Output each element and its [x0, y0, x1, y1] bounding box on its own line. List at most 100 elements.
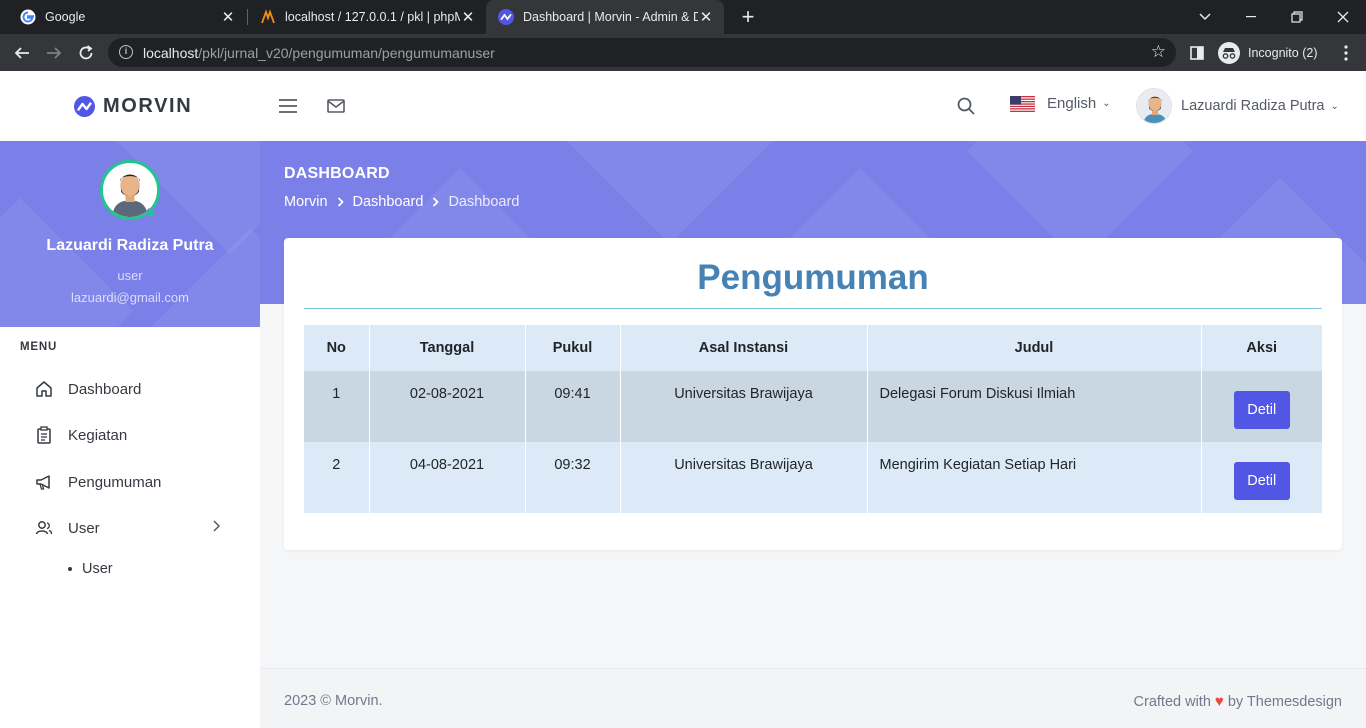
cell-aksi: Detil — [1201, 442, 1322, 513]
detail-button[interactable]: Detil — [1233, 391, 1290, 429]
restore-button[interactable] — [1274, 0, 1320, 34]
bullet-icon — [68, 567, 72, 571]
column-header: Judul — [867, 325, 1202, 371]
browser-tab-google[interactable]: Google ✕ — [8, 0, 246, 34]
table-row: 2 04-08-2021 09:32 Universitas Brawijaya… — [304, 442, 1322, 513]
close-window-button[interactable] — [1320, 0, 1366, 34]
arrow-right-icon — [47, 47, 62, 59]
divider — [304, 308, 1322, 309]
browser-tab-dashboard[interactable]: Dashboard | Morvin - Admin & D ✕ — [486, 0, 724, 34]
page-title: DASHBOARD — [284, 165, 390, 182]
chevron-right-icon — [212, 519, 221, 535]
home-icon — [34, 379, 54, 399]
clipboard-icon — [34, 425, 54, 445]
address-bar[interactable]: i localhost/pkl/jurnal_v20/pengumuman/pe… — [108, 38, 1176, 67]
cell-instansi: Universitas Brawijaya — [620, 371, 868, 442]
card-title: Pengumuman — [697, 258, 929, 297]
column-header: Aksi — [1201, 325, 1322, 371]
side-panel-icon — [1190, 46, 1204, 60]
reload-icon — [79, 45, 93, 60]
cell-pukul: 09:41 — [525, 371, 621, 442]
side-panel-button[interactable] — [1184, 40, 1210, 66]
phpmyadmin-icon — [260, 9, 276, 25]
column-header: Pukul — [525, 325, 621, 371]
morvin-icon — [498, 9, 514, 25]
breadcrumb-item[interactable]: Dashboard — [353, 194, 424, 210]
chevron-down-icon — [1199, 13, 1211, 21]
detail-button[interactable]: Detil — [1233, 462, 1290, 500]
browser-tab-phpmyadmin[interactable]: localhost / 127.0.0.1 / pkl | phpM ✕ — [248, 0, 486, 34]
incognito-indicator[interactable]: Incognito (2) — [1218, 40, 1317, 66]
footer-credit-suffix: by Themesdesign — [1227, 693, 1342, 710]
sidebar-item-kegiatan[interactable]: Kegiatan — [34, 422, 234, 448]
users-icon — [34, 518, 54, 538]
hamburger-menu-button[interactable] — [278, 98, 298, 119]
cell-judul: Delegasi Forum Diskusi Ilmiah — [867, 371, 1202, 442]
decorative-shape — [556, 141, 784, 245]
cell-pukul: 09:32 — [525, 442, 621, 513]
back-button[interactable] — [9, 40, 35, 66]
footer: 2023 © Morvin. Crafted with ♥ by Themesd… — [260, 668, 1366, 728]
breadcrumb-item[interactable]: Morvin — [284, 194, 328, 210]
app-header: MORVIN English ⌄ Lazuardi Radiza Putra ⌄ — [0, 71, 1366, 141]
header-user-name: Lazuardi Radiza Putra — [1181, 98, 1325, 114]
tab-search-button[interactable] — [1182, 0, 1228, 34]
announcement-card: Pengumuman No Tanggal Pukul Asal Instans… — [284, 238, 1342, 550]
close-icon[interactable]: ✕ — [220, 8, 236, 26]
sidebar-item-label: Kegiatan — [68, 426, 128, 444]
profile-role: user — [117, 268, 143, 283]
browser-menu-button[interactable] — [1333, 40, 1359, 66]
cell-instansi: Universitas Brawijaya — [620, 442, 868, 513]
language-label: English — [1047, 95, 1097, 112]
kebab-menu-icon — [1344, 45, 1348, 61]
profile-email: lazuardi@gmail.com — [71, 290, 189, 305]
sidebar-item-dashboard[interactable]: Dashboard — [34, 376, 234, 402]
sidebar-item-pengumuman[interactable]: Pengumuman — [34, 469, 234, 495]
incognito-label: Incognito (2) — [1248, 46, 1318, 60]
cell-no: 1 — [304, 371, 370, 442]
morvin-logo-icon — [74, 96, 95, 117]
mail-button[interactable] — [327, 99, 345, 118]
chevron-down-icon: ⌄ — [1102, 98, 1111, 109]
bookmark-star-icon[interactable]: ☆ — [1151, 42, 1166, 62]
column-header: No — [304, 325, 370, 371]
submenu-item-user[interactable]: User — [68, 561, 113, 577]
chevron-right-icon — [432, 195, 440, 210]
announcement-table: No Tanggal Pukul Asal Instansi Judul Aks… — [304, 325, 1322, 513]
column-header: Tanggal — [369, 325, 526, 371]
google-icon — [20, 9, 36, 25]
cell-aksi: Detil — [1201, 371, 1322, 442]
url-text[interactable]: localhost/pkl/jurnal_v20/pengumuman/peng… — [143, 45, 495, 61]
mail-icon — [327, 99, 345, 113]
new-tab-button[interactable]: + — [736, 4, 760, 30]
online-status-dot — [146, 208, 155, 217]
tab-title: Dashboard | Morvin - Admin & D — [523, 10, 698, 24]
info-icon[interactable]: i — [119, 45, 133, 59]
menu-title: MENU — [20, 341, 58, 353]
close-icon[interactable]: ✕ — [698, 8, 714, 26]
sidebar-item-label: Pengumuman — [68, 473, 162, 491]
table-header-row: No Tanggal Pukul Asal Instansi Judul Aks… — [304, 325, 1322, 371]
user-dropdown[interactable]: Lazuardi Radiza Putra ⌄ — [1136, 88, 1339, 124]
tab-title: localhost / 127.0.0.1 / pkl | phpM — [285, 10, 460, 24]
language-selector[interactable]: English ⌄ — [1010, 95, 1111, 112]
close-icon[interactable]: ✕ — [460, 8, 476, 26]
submenu-item-label: User — [82, 561, 113, 577]
sidebar-item-user[interactable]: User — [34, 515, 234, 541]
footer-copyright: 2023 © Morvin. — [284, 693, 383, 709]
search-button[interactable] — [957, 97, 975, 120]
avatar — [1136, 88, 1172, 124]
sidebar-item-label: User — [68, 519, 100, 537]
cell-tanggal: 02-08-2021 — [369, 371, 526, 442]
sidebar-profile: Lazuardi Radiza Putra user lazuardi@gmai… — [0, 141, 260, 327]
minimize-button[interactable] — [1228, 0, 1274, 34]
us-flag-icon — [1010, 95, 1035, 112]
sidebar: Lazuardi Radiza Putra user lazuardi@gmai… — [0, 141, 260, 728]
forward-button[interactable] — [41, 40, 67, 66]
tab-title: Google — [45, 10, 86, 24]
brand-logo[interactable]: MORVIN — [74, 95, 192, 118]
arrow-left-icon — [14, 47, 29, 59]
footer-credit-prefix: Crafted with — [1133, 693, 1211, 710]
table-row: 1 02-08-2021 09:41 Universitas Brawijaya… — [304, 371, 1322, 442]
reload-button[interactable] — [73, 40, 99, 66]
